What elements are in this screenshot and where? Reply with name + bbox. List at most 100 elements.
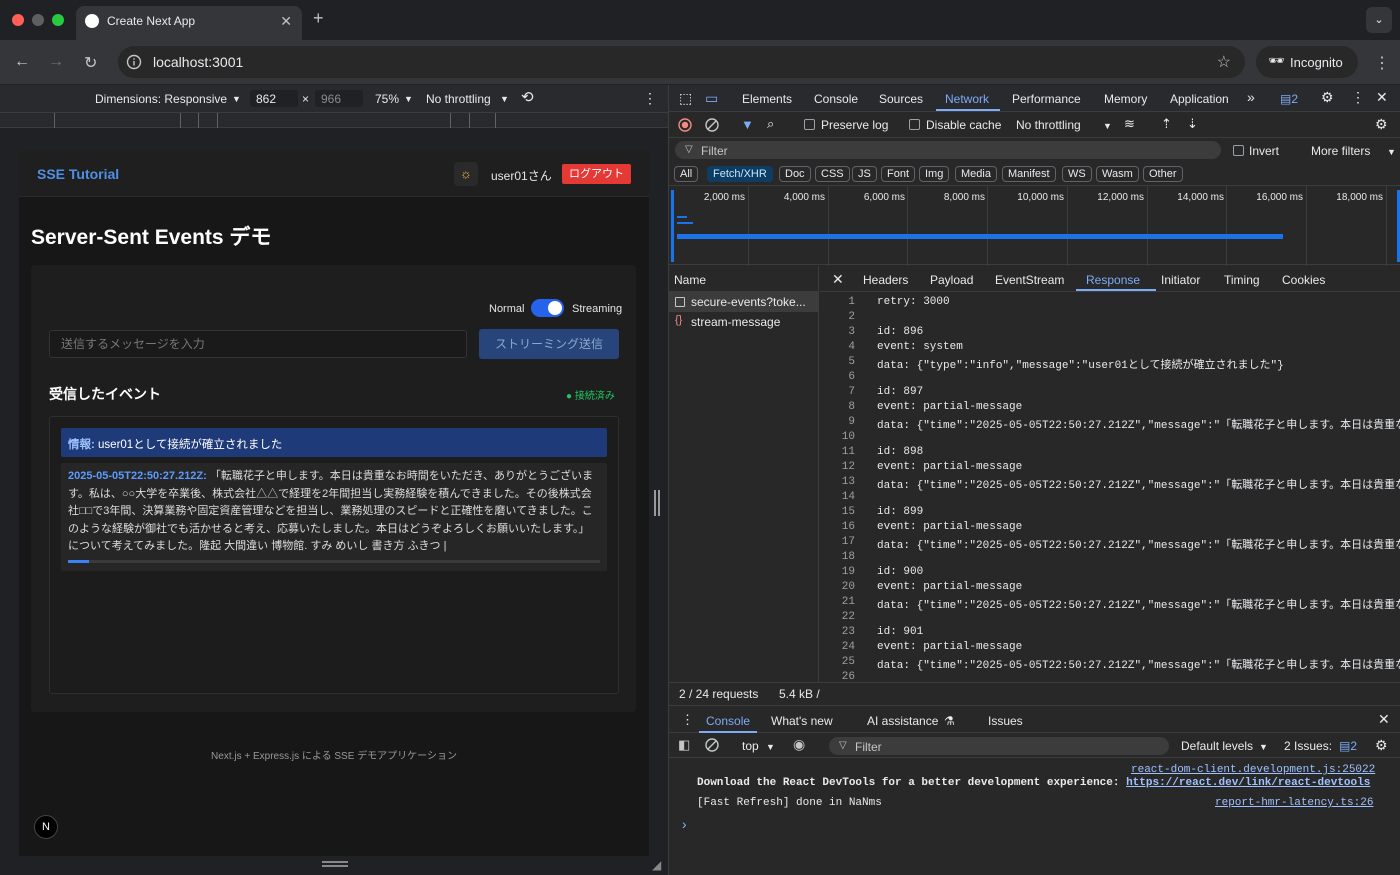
dimensions-dropdown[interactable]: Dimensions: Responsive bbox=[95, 92, 227, 106]
maximize-window-button[interactable] bbox=[52, 14, 64, 26]
import-har-icon[interactable]: ⇡ bbox=[1161, 116, 1172, 132]
tab-elements[interactable]: Elements bbox=[742, 92, 792, 106]
devtools-settings-icon[interactable]: ⚙ bbox=[1321, 89, 1334, 106]
console-sidebar-icon[interactable]: ◧ bbox=[678, 737, 690, 753]
close-detail-icon[interactable]: ✕ bbox=[832, 271, 844, 288]
tab-sources[interactable]: Sources bbox=[879, 92, 923, 106]
more-tabs-icon[interactable]: » bbox=[1247, 89, 1255, 105]
timeline-selection-start[interactable] bbox=[671, 190, 674, 262]
tab-cookies[interactable]: Cookies bbox=[1282, 273, 1325, 287]
response-viewer[interactable]: 1 retry: 3000 2 3 id: 896 4 event: system 5 data… bbox=[820, 292, 1400, 682]
request-row-stream-message[interactable]: {} stream-message bbox=[669, 312, 819, 332]
rotate-icon[interactable]: ⟲ bbox=[521, 88, 534, 106]
context-selector[interactable]: top bbox=[742, 739, 759, 753]
console-source-link[interactable]: report-hmr-latency.ts:26 bbox=[1215, 797, 1373, 809]
network-filter-input[interactable]: ▽ Filter bbox=[675, 141, 1221, 159]
clear-console-icon[interactable] bbox=[705, 738, 719, 752]
log-levels-dropdown[interactable]: Default levels bbox=[1181, 739, 1253, 753]
theme-toggle-sun-icon[interactable]: ☼ bbox=[454, 162, 478, 186]
tab-application[interactable]: Application bbox=[1170, 92, 1229, 106]
throttling-dropdown[interactable]: No throttling bbox=[426, 92, 491, 106]
search-icon[interactable]: ⌕ bbox=[767, 116, 774, 132]
device-toggle-icon[interactable]: ▭ bbox=[705, 90, 718, 107]
type-doc[interactable]: Doc bbox=[779, 166, 811, 182]
inspect-element-icon[interactable]: ⬚ bbox=[679, 90, 692, 107]
app-brand[interactable]: SSE Tutorial bbox=[37, 166, 119, 182]
filter-funnel-icon[interactable]: ▼ bbox=[741, 117, 754, 132]
console-issues-label[interactable]: 2 Issues: bbox=[1284, 739, 1332, 753]
viewport-bottom-resize-handle[interactable] bbox=[322, 861, 348, 867]
issues-badge[interactable]: ▤2 bbox=[1280, 92, 1298, 106]
drawer-tab-console[interactable]: Console bbox=[706, 714, 750, 728]
console-issues-badge[interactable]: ▤2 bbox=[1339, 739, 1357, 753]
export-har-icon[interactable]: ⇣ bbox=[1187, 116, 1198, 132]
minimize-window-button[interactable] bbox=[32, 14, 44, 26]
zoom-dropdown[interactable]: 75% bbox=[375, 92, 399, 106]
type-img[interactable]: Img bbox=[919, 166, 950, 182]
devtools-close-icon[interactable]: ✕ bbox=[1376, 89, 1388, 106]
console-source-link[interactable]: react-dom-client.development.js:25022 bbox=[1131, 764, 1375, 776]
tab-console[interactable]: Console bbox=[814, 92, 858, 106]
tab-network[interactable]: Network bbox=[945, 92, 989, 106]
type-media[interactable]: Media bbox=[955, 166, 997, 182]
tab-search-icon[interactable]: ⌄ bbox=[1366, 7, 1392, 33]
streaming-send-button[interactable]: ストリーミング送信 bbox=[479, 329, 619, 359]
site-info-icon[interactable] bbox=[126, 54, 142, 70]
tab-response[interactable]: Response bbox=[1086, 273, 1140, 287]
drawer-menu-icon[interactable]: ⋮ bbox=[681, 712, 694, 728]
reload-icon[interactable]: ↻ bbox=[84, 53, 97, 73]
request-row-secure-events[interactable]: secure-events?toke... bbox=[669, 292, 819, 312]
type-fetch-xhr[interactable]: Fetch/XHR bbox=[707, 166, 773, 182]
network-overview-timeline[interactable]: 2,000 ms 4,000 ms 6,000 ms 8,000 ms 10,0… bbox=[669, 185, 1400, 266]
logout-button[interactable]: ログアウト bbox=[562, 164, 631, 184]
disable-cache-checkbox[interactable] bbox=[909, 119, 920, 130]
nextjs-dev-indicator-icon[interactable]: N bbox=[34, 815, 58, 839]
browser-tab[interactable]: Create Next App ✕ bbox=[76, 6, 302, 40]
tab-headers[interactable]: Headers bbox=[863, 273, 908, 287]
tab-initiator[interactable]: Initiator bbox=[1161, 273, 1200, 287]
live-expression-eye-icon[interactable]: ◉ bbox=[793, 736, 805, 753]
drawer-tab-whats-new[interactable]: What's new bbox=[771, 714, 833, 728]
name-column-header[interactable]: Name bbox=[669, 266, 819, 292]
tab-payload[interactable]: Payload bbox=[930, 273, 973, 287]
type-css[interactable]: CSS bbox=[815, 166, 850, 182]
width-input[interactable]: 862 bbox=[250, 90, 298, 107]
type-wasm[interactable]: Wasm bbox=[1096, 166, 1139, 182]
console-prompt-icon[interactable]: › bbox=[680, 818, 688, 834]
message-input[interactable] bbox=[50, 331, 466, 357]
corner-resize-icon[interactable]: ◢ bbox=[652, 858, 661, 872]
type-other[interactable]: Other bbox=[1143, 166, 1183, 182]
type-ws[interactable]: WS bbox=[1062, 166, 1092, 182]
bookmark-star-icon[interactable]: ☆ bbox=[1217, 52, 1231, 72]
type-font[interactable]: Font bbox=[881, 166, 916, 182]
new-tab-icon[interactable]: + bbox=[313, 8, 324, 29]
address-bar[interactable]: localhost:3001 ☆ bbox=[118, 46, 1245, 78]
height-input[interactable]: 966 bbox=[315, 90, 363, 107]
drawer-tab-ai-assistance[interactable]: AI assistance bbox=[867, 714, 938, 728]
close-window-button[interactable] bbox=[12, 14, 24, 26]
console-filter-input[interactable]: ▽ Filter bbox=[829, 737, 1169, 755]
tab-memory[interactable]: Memory bbox=[1104, 92, 1147, 106]
forward-icon[interactable]: → bbox=[48, 53, 64, 71]
incognito-indicator[interactable]: 🕶 Incognito bbox=[1256, 46, 1358, 78]
type-all[interactable]: All bbox=[674, 166, 699, 182]
more-filters-dropdown[interactable]: More filters bbox=[1311, 144, 1370, 158]
tab-performance[interactable]: Performance bbox=[1012, 92, 1081, 106]
console-settings-icon[interactable]: ⚙ bbox=[1375, 737, 1388, 754]
devtools-menu-icon[interactable]: ⋮ bbox=[1351, 89, 1365, 106]
tab-timing[interactable]: Timing bbox=[1224, 273, 1260, 287]
close-tab-icon[interactable]: ✕ bbox=[280, 13, 292, 30]
events-list[interactable]: 情報: user01として接続が確立されました 2025-05-05T22:50… bbox=[49, 416, 619, 694]
network-conditions-icon[interactable]: ≋ bbox=[1124, 116, 1135, 132]
media-query-ruler[interactable] bbox=[0, 112, 668, 129]
clear-icon[interactable] bbox=[705, 118, 719, 132]
react-devtools-link[interactable]: https://react.dev/link/react-devtools bbox=[1126, 777, 1370, 789]
preserve-log-checkbox[interactable] bbox=[804, 119, 815, 130]
browser-menu-icon[interactable]: ⋮ bbox=[1374, 53, 1390, 73]
tab-eventstream[interactable]: EventStream bbox=[995, 273, 1064, 287]
network-settings-icon[interactable]: ⚙ bbox=[1375, 116, 1388, 133]
record-icon[interactable] bbox=[678, 118, 692, 132]
invert-checkbox[interactable] bbox=[1233, 145, 1244, 156]
drawer-tab-issues[interactable]: Issues bbox=[988, 714, 1023, 728]
network-throttling-dropdown[interactable]: No throttling bbox=[1016, 118, 1081, 132]
